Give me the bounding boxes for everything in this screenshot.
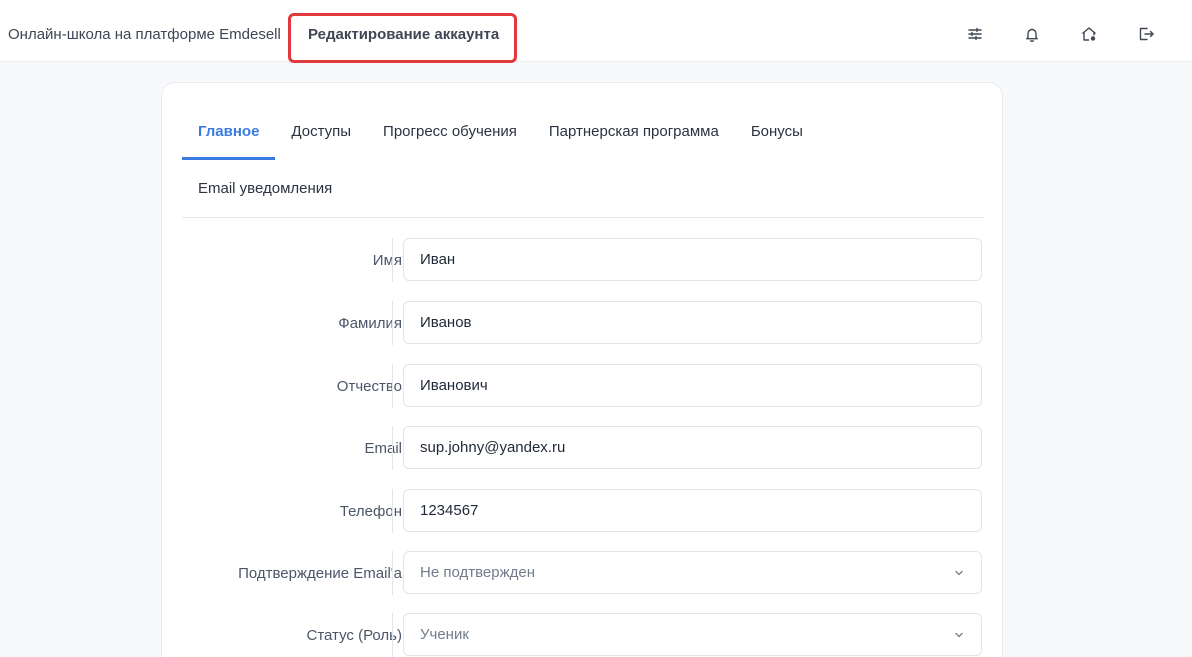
tab-email-notifications[interactable]: Email уведомления [182,160,348,217]
phone-row: Телефон 1234567 [182,489,984,533]
last-name-input[interactable]: Иванов [403,301,982,344]
last-name-row: Фамилия Иванов [182,301,984,345]
account-edit-card: Главное Доступы Прогресс обучения Партне… [161,82,1003,657]
tab-access[interactable]: Доступы [275,103,367,160]
row-divider [392,238,393,282]
phone-input[interactable]: 1234567 [403,489,982,532]
first-name-row: Имя Иван [182,238,984,282]
email-row: Email sup.johny@yandex.ru [182,426,984,470]
first-name-label: Имя [372,251,402,269]
chevron-down-icon [953,567,965,579]
page-title: Редактирование аккаунта [308,26,500,43]
email-confirmation-value: Не подтвержден [420,564,535,581]
tabs-bar: Главное Доступы Прогресс обучения Партне… [182,103,984,217]
tab-main[interactable]: Главное [182,103,276,160]
tab-partner-program[interactable]: Партнерская программа [533,103,735,160]
email-confirmation-label: Подтверждение Email'а [238,564,402,582]
logout-icon[interactable] [1137,25,1155,43]
sliders-icon[interactable] [966,25,984,43]
home-settings-icon[interactable] [1080,25,1098,43]
status-role-row: Статус (Роль) Ученик [182,613,984,657]
row-divider [392,301,393,345]
row-divider [392,613,393,657]
email-input[interactable]: sup.johny@yandex.ru [403,426,982,469]
tab-learning-progress[interactable]: Прогресс обучения [367,103,533,160]
middle-name-input[interactable]: Иванович [403,364,982,407]
row-divider [392,426,393,470]
row-divider [392,489,393,533]
middle-name-row: Отчество Иванович [182,364,984,408]
email-confirmation-select[interactable]: Не подтвержден [403,551,982,594]
status-role-select[interactable]: Ученик [403,613,982,656]
tab-bonuses[interactable]: Бонусы [735,103,819,160]
row-divider [392,551,393,595]
status-role-value: Ученик [420,626,469,643]
tabs-divider [182,217,984,218]
row-divider [392,364,393,408]
status-role-label: Статус (Роль) [306,626,402,644]
bell-icon[interactable] [1023,25,1041,43]
email-confirmation-row: Подтверждение Email'а Не подтвержден [182,551,984,595]
top-bar: Онлайн-школа на платформе Emdesell Редак… [0,0,1192,63]
first-name-input[interactable]: Иван [403,238,982,281]
chevron-down-icon [953,629,965,641]
email-label: Email [364,439,402,457]
school-name[interactable]: Онлайн-школа на платформе Emdesell [8,26,281,43]
